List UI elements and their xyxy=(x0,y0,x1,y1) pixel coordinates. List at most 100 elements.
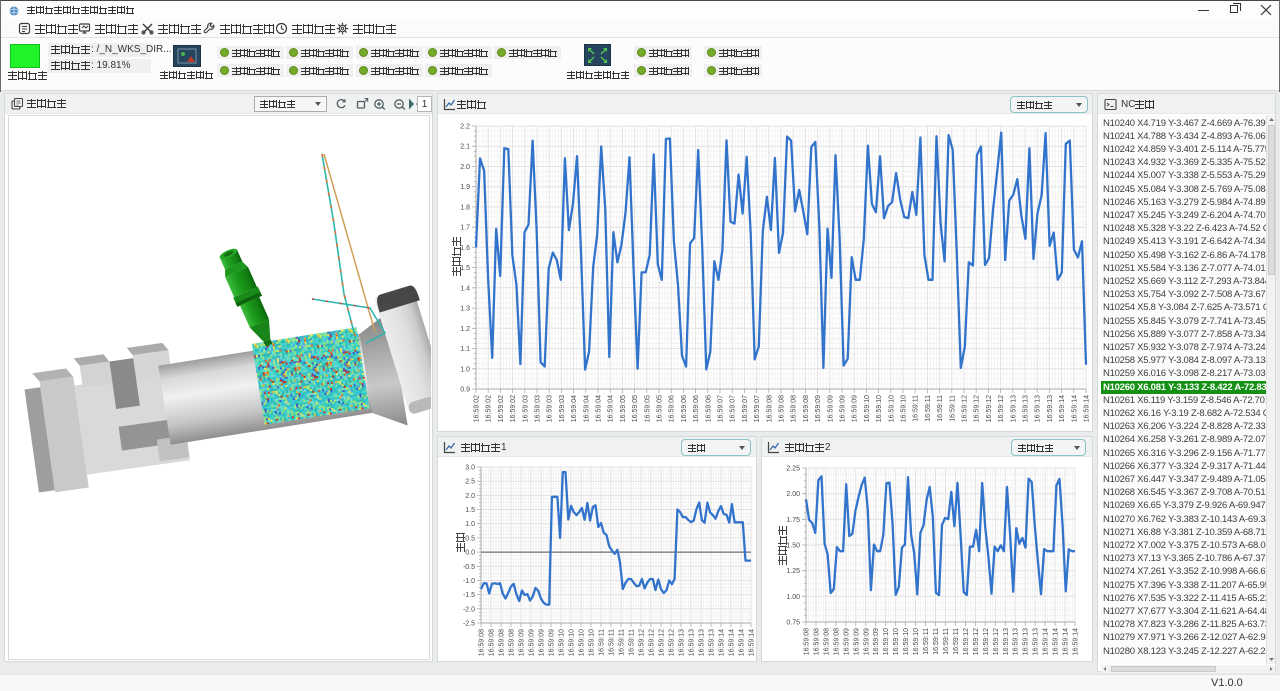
svg-text:0.9: 0.9 xyxy=(460,387,470,394)
svg-text:16:59:11: 16:59:11 xyxy=(629,629,636,656)
svg-text:16:59:09: 16:59:09 xyxy=(873,628,880,655)
svg-text:16:59:11: 16:59:11 xyxy=(925,395,932,422)
svg-text:16:59:04: 16:59:04 xyxy=(608,395,615,422)
svg-text:16:59:11: 16:59:11 xyxy=(599,629,606,656)
svg-text:16:59:12: 16:59:12 xyxy=(973,628,980,655)
svg-text:-1.5: -1.5 xyxy=(463,592,475,599)
svg-text:2.2: 2.2 xyxy=(460,124,470,131)
svg-text:16:59:13: 16:59:13 xyxy=(1047,395,1054,422)
svg-text:16:59:10: 16:59:10 xyxy=(589,629,596,656)
svg-text:1.5: 1.5 xyxy=(465,507,475,514)
svg-text:16:59:08: 16:59:08 xyxy=(833,628,840,655)
svg-text:16:59:14: 16:59:14 xyxy=(1084,395,1091,422)
svg-text:16:59:05: 16:59:05 xyxy=(657,395,664,422)
svg-text:16:59:09: 16:59:09 xyxy=(853,628,860,655)
svg-text:16:59:09: 16:59:09 xyxy=(827,395,834,422)
svg-text:-0.5: -0.5 xyxy=(463,564,475,571)
svg-text:16:59:11: 16:59:11 xyxy=(619,629,626,656)
svg-text:16:59:09: 16:59:09 xyxy=(539,629,546,656)
svg-text:16:59:11: 16:59:11 xyxy=(609,629,616,656)
svg-text:16:59:14: 16:59:14 xyxy=(749,629,756,656)
svg-text:16:59:09: 16:59:09 xyxy=(519,629,526,656)
svg-text:1.9: 1.9 xyxy=(460,184,470,191)
svg-text:1.00: 1.00 xyxy=(786,594,800,601)
svg-text:16:59:14: 16:59:14 xyxy=(719,629,726,656)
svg-text:16:59:13: 16:59:13 xyxy=(1023,395,1030,422)
svg-text:16:59:09: 16:59:09 xyxy=(843,628,850,655)
svg-text:16:59:11: 16:59:11 xyxy=(923,628,930,655)
svg-text:16:59:08: 16:59:08 xyxy=(489,629,496,656)
svg-text:16:59:14: 16:59:14 xyxy=(1053,628,1060,655)
svg-text:1.2: 1.2 xyxy=(460,326,470,333)
svg-text:16:59:14: 16:59:14 xyxy=(729,629,736,656)
svg-text:16:59:09: 16:59:09 xyxy=(549,629,556,656)
svg-text:-1.0: -1.0 xyxy=(463,578,475,585)
svg-text:16:59:10: 16:59:10 xyxy=(888,395,895,422)
svg-text:16:59:03: 16:59:03 xyxy=(547,395,554,422)
svg-text:2.5: 2.5 xyxy=(465,479,475,486)
svg-text:16:59:07: 16:59:07 xyxy=(718,395,725,422)
svg-text:1.1: 1.1 xyxy=(460,346,470,353)
svg-text:16:59:07: 16:59:07 xyxy=(730,395,737,422)
svg-text:16:59:02: 16:59:02 xyxy=(510,395,517,422)
svg-text:16:59:14: 16:59:14 xyxy=(1043,628,1050,655)
svg-text:16:59:13: 16:59:13 xyxy=(1033,628,1040,655)
svg-text:16:59:09: 16:59:09 xyxy=(863,628,870,655)
svg-text:1.8: 1.8 xyxy=(460,204,470,211)
svg-text:16:59:13: 16:59:13 xyxy=(689,629,696,656)
svg-text:2.00: 2.00 xyxy=(786,491,800,498)
svg-text:1.0: 1.0 xyxy=(460,366,470,373)
svg-text:16:59:08: 16:59:08 xyxy=(804,628,811,655)
svg-text:16:59:10: 16:59:10 xyxy=(903,628,910,655)
svg-text:1.0: 1.0 xyxy=(465,521,475,528)
svg-text:16:59:10: 16:59:10 xyxy=(876,395,883,422)
svg-text:16:59:06: 16:59:06 xyxy=(693,395,700,422)
svg-text:16:59:14: 16:59:14 xyxy=(1073,628,1080,655)
svg-text:16:59:11: 16:59:11 xyxy=(953,628,960,655)
svg-text:16:59:12: 16:59:12 xyxy=(649,629,656,656)
svg-text:16:59:05: 16:59:05 xyxy=(632,395,639,422)
svg-text:2.0: 2.0 xyxy=(465,493,475,500)
svg-text:16:59:10: 16:59:10 xyxy=(569,629,576,656)
svg-text:16:59:12: 16:59:12 xyxy=(962,395,969,422)
svg-text:16:59:04: 16:59:04 xyxy=(571,395,578,422)
svg-text:-2.5: -2.5 xyxy=(463,621,475,628)
svg-text:16:59:08: 16:59:08 xyxy=(823,628,830,655)
svg-text:16:59:11: 16:59:11 xyxy=(933,628,940,655)
svg-text:16:59:12: 16:59:12 xyxy=(669,629,676,656)
svg-text:16:59:03: 16:59:03 xyxy=(522,395,529,422)
svg-text:16:59:09: 16:59:09 xyxy=(815,395,822,422)
svg-text:16:59:04: 16:59:04 xyxy=(596,395,603,422)
svg-text:16:59:13: 16:59:13 xyxy=(1035,395,1042,422)
svg-text:16:59:02: 16:59:02 xyxy=(474,395,481,422)
svg-text:16:59:03: 16:59:03 xyxy=(535,395,542,422)
svg-text:16:59:13: 16:59:13 xyxy=(709,629,716,656)
svg-text:16:59:10: 16:59:10 xyxy=(579,629,586,656)
svg-text:16:59:05: 16:59:05 xyxy=(620,395,627,422)
svg-text:16:59:13: 16:59:13 xyxy=(679,629,686,656)
svg-text:-2.0: -2.0 xyxy=(463,606,475,613)
svg-text:16:59:11: 16:59:11 xyxy=(937,395,944,422)
svg-text:16:59:08: 16:59:08 xyxy=(479,629,486,656)
svg-text:16:59:06: 16:59:06 xyxy=(669,395,676,422)
svg-text:1.4: 1.4 xyxy=(460,285,470,292)
svg-text:16:59:08: 16:59:08 xyxy=(499,629,506,656)
svg-text:2.25: 2.25 xyxy=(786,466,800,473)
svg-text:2.1: 2.1 xyxy=(460,144,470,151)
svg-text:16:59:12: 16:59:12 xyxy=(659,629,666,656)
svg-text:16:59:08: 16:59:08 xyxy=(814,628,821,655)
svg-text:16:59:05: 16:59:05 xyxy=(644,395,651,422)
svg-text:16:59:08: 16:59:08 xyxy=(779,395,786,422)
svg-text:16:59:08: 16:59:08 xyxy=(803,395,810,422)
svg-text:16:59:11: 16:59:11 xyxy=(949,395,956,422)
svg-text:16:59:10: 16:59:10 xyxy=(883,628,890,655)
svg-text:16:59:13: 16:59:13 xyxy=(699,629,706,656)
svg-text:0.75: 0.75 xyxy=(786,620,800,627)
svg-text:1.75: 1.75 xyxy=(786,517,800,524)
svg-text:16:59:12: 16:59:12 xyxy=(986,395,993,422)
svg-text:16:59:13: 16:59:13 xyxy=(1003,628,1010,655)
svg-text:16:59:10: 16:59:10 xyxy=(559,629,566,656)
svg-text:16:59:07: 16:59:07 xyxy=(742,395,749,422)
svg-text:16:59:14: 16:59:14 xyxy=(739,629,746,656)
svg-text:16:59:11: 16:59:11 xyxy=(913,395,920,422)
